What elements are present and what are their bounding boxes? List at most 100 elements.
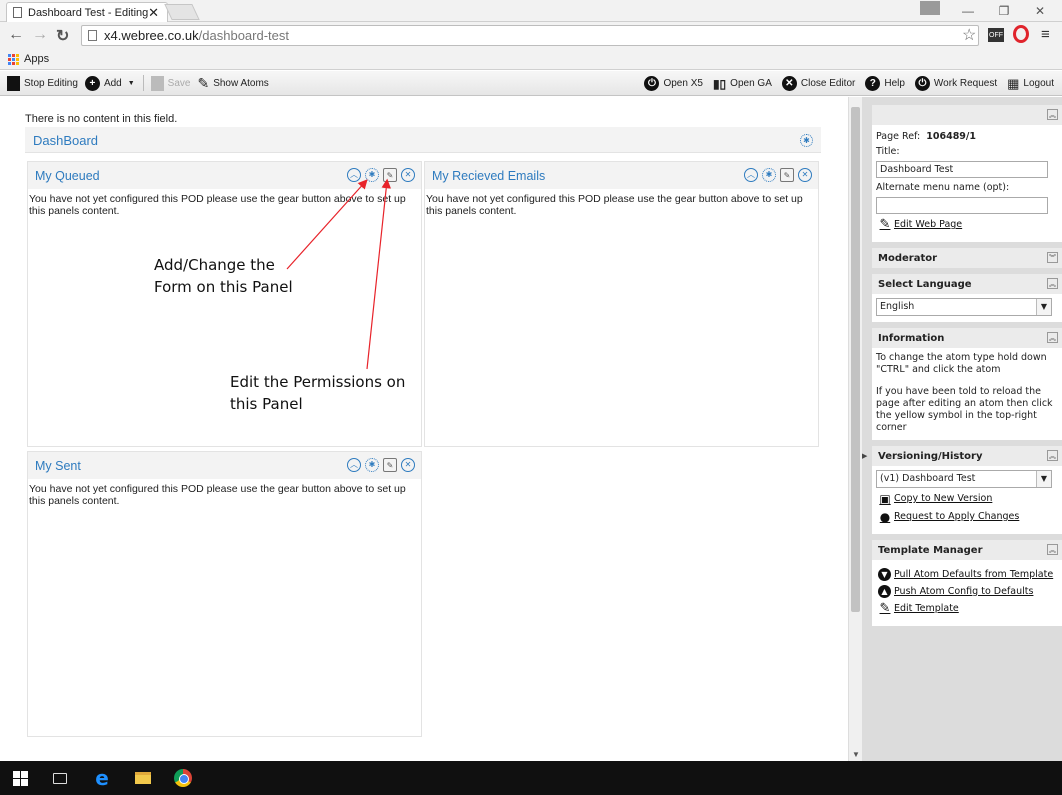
pod-controls: ︿ ✱ ✎ ✕ — [347, 168, 415, 182]
window-close-icon[interactable]: ✕ — [1022, 0, 1058, 22]
push-config-link[interactable]: ▲ Push Atom Config to Defaults — [878, 585, 1058, 598]
moderator-header[interactable]: Moderator ︾ — [872, 248, 1062, 268]
new-tab-button[interactable] — [164, 4, 200, 20]
annotation-permissions-line-1: Edit the Permissions on — [230, 373, 406, 391]
save-button[interactable]: Save — [150, 75, 190, 91]
close-circle-icon[interactable]: ✕ — [401, 458, 415, 472]
forward-arrow-icon[interactable]: → — [32, 26, 48, 44]
logout-button[interactable]: ▦ Logout — [1007, 76, 1054, 92]
collapse-icon[interactable]: ︽ — [1047, 450, 1058, 461]
sidebar-toggle-icon[interactable]: ▶ — [862, 452, 867, 460]
collapse-icon[interactable]: ︽ — [1047, 109, 1058, 120]
power-icon: ⏻ — [644, 76, 660, 91]
language-title: Select Language — [878, 279, 972, 290]
edit-web-page-link[interactable]: ✎ Edit Web Page — [878, 218, 1058, 232]
work-request-label: Work Request — [933, 78, 998, 89]
chevron-up-circle-icon[interactable]: ︿ — [347, 458, 361, 472]
gear-icon[interactable]: ✱ — [365, 168, 379, 182]
template-manager-header[interactable]: Template Manager ︽ — [872, 540, 1062, 560]
copy-document-icon: ▣ — [879, 492, 891, 506]
url-input[interactable]: x4.webree.co.uk/dashboard-test — [81, 25, 979, 46]
open-ga-label: Open GA — [730, 78, 772, 89]
gear-icon[interactable]: ✱ — [365, 458, 379, 472]
close-circle-icon[interactable]: ✕ — [798, 168, 812, 182]
versioning-section: Versioning/History ︽ (v1) Dashboard Test… — [872, 446, 1062, 534]
collapse-icon[interactable]: ︽ — [1047, 544, 1058, 555]
dashboard-gear-icon[interactable]: ✱ — [800, 134, 813, 147]
chrome-browser-icon[interactable] — [173, 768, 193, 788]
edge-browser-icon[interactable]: e — [92, 766, 112, 790]
edit-template-link[interactable]: ✎ Edit Template — [878, 602, 1058, 616]
permissions-icon[interactable]: ✎ — [383, 458, 397, 472]
help-icon: ? — [865, 76, 881, 91]
language-header[interactable]: Select Language ︽ — [872, 274, 1062, 294]
browser-menu-icon[interactable]: ≡ — [1041, 26, 1050, 43]
open-x5-button[interactable]: ⏻ Open X5 — [644, 76, 703, 91]
no-content-message: There is no content in this field. — [25, 113, 178, 125]
permissions-icon[interactable]: ✎ — [383, 168, 397, 182]
permissions-icon[interactable]: ✎ — [780, 168, 794, 182]
bookmark-star-icon[interactable]: ☆ — [962, 25, 976, 45]
close-editor-button[interactable]: ✕ Close Editor — [781, 76, 855, 91]
version-select[interactable]: (v1) Dashboard Test ▼ — [876, 470, 1052, 488]
show-atoms-button[interactable]: ✎ Show Atoms — [197, 75, 268, 92]
main-scrollbar[interactable]: ▼ — [848, 97, 862, 761]
open-x5-label: Open X5 — [663, 78, 703, 89]
editor-sidebar: ︽ Page Ref: 106489/1 Title: Dashboard Tes… — [862, 97, 1062, 761]
pod-header: My Recieved Emails ︿ ✱ ✎ ✕ — [425, 162, 818, 189]
chevron-up-circle-icon[interactable]: ︿ — [744, 168, 758, 182]
scroll-down-icon[interactable]: ▼ — [852, 750, 860, 759]
versioning-header[interactable]: Versioning/History ︽ — [872, 446, 1062, 466]
profile-icon[interactable] — [920, 1, 940, 15]
stop-editing-button[interactable]: Stop Editing — [7, 75, 78, 91]
task-view-icon[interactable] — [50, 768, 70, 788]
tab-close-icon[interactable]: ✕ — [148, 5, 159, 21]
edit-web-page-label: Edit Web Page — [894, 219, 963, 230]
information-header[interactable]: Information ︽ — [872, 328, 1062, 348]
collapse-icon[interactable]: ︽ — [1047, 332, 1058, 343]
open-ga-button[interactable]: ▮▯ Open GA — [713, 77, 772, 91]
browser-tab-active[interactable]: Dashboard Test - Editing ✕ — [6, 2, 168, 22]
save-icon — [150, 75, 164, 91]
gear-icon[interactable]: ✱ — [762, 168, 776, 182]
add-button[interactable]: + Add ▼ — [84, 75, 135, 91]
language-select[interactable]: English ▼ — [876, 298, 1052, 316]
file-explorer-icon[interactable] — [133, 768, 153, 788]
info-text: To change the atom type hold down "CTRL"… — [876, 352, 1047, 375]
pod-controls: ︿ ✱ ✎ ✕ — [347, 458, 415, 472]
restore-icon[interactable]: ❐ — [986, 0, 1022, 22]
help-button[interactable]: ? Help — [865, 76, 905, 91]
minimize-icon[interactable]: — — [950, 0, 986, 22]
show-atoms-label: Show Atoms — [213, 77, 269, 89]
template-manager-body: ▼ Pull Atom Defaults from Template ▲ Pus… — [872, 560, 1062, 626]
pull-defaults-link[interactable]: ▼ Pull Atom Defaults from Template — [878, 568, 1058, 581]
information-body: To change the atom type hold down "CTRL"… — [872, 348, 1062, 440]
close-circle-icon[interactable]: ✕ — [401, 168, 415, 182]
address-bar-row: ← → ↻ x4.webree.co.uk/dashboard-test ☆ O… — [0, 22, 1062, 49]
windows-start-icon[interactable] — [10, 768, 30, 788]
request-changes-label: Request to Apply Changes — [894, 511, 1020, 522]
chevron-down-icon: ▼ — [1036, 299, 1051, 315]
stop-editing-icon — [7, 75, 20, 91]
close-circle-icon: ✕ — [781, 76, 797, 91]
bookmark-apps[interactable]: Apps — [24, 53, 49, 65]
chevron-up-circle-icon[interactable]: ︿ — [347, 168, 361, 182]
pencil-icon: ✎ — [879, 601, 891, 616]
url-host: x4.webree.co.uk — [104, 28, 199, 43]
copy-version-link[interactable]: ▣ Copy to New Version — [878, 492, 1058, 506]
title-input[interactable]: Dashboard Test — [876, 161, 1048, 178]
pod-header: My Queued ︿ ✱ ✎ ✕ — [28, 162, 421, 189]
reload-icon[interactable]: ↻ — [56, 26, 69, 46]
request-changes-link[interactable]: ● Request to Apply Changes — [878, 510, 1058, 524]
logout-icon: ▦ — [1007, 75, 1020, 91]
collapse-icon[interactable]: ︽ — [1047, 278, 1058, 289]
url-path: /dashboard-test — [198, 28, 290, 43]
scrollbar-thumb[interactable] — [851, 107, 860, 612]
opera-extension-icon[interactable] — [1013, 25, 1029, 43]
work-request-button[interactable]: ⏻ Work Request — [914, 76, 998, 91]
extension-off-icon[interactable]: OFF — [988, 28, 1004, 42]
expand-icon[interactable]: ︾ — [1047, 252, 1058, 263]
work-request-icon: ⏻ — [914, 76, 930, 91]
alt-menu-input[interactable] — [876, 197, 1048, 214]
back-arrow-icon[interactable]: ← — [8, 26, 24, 44]
